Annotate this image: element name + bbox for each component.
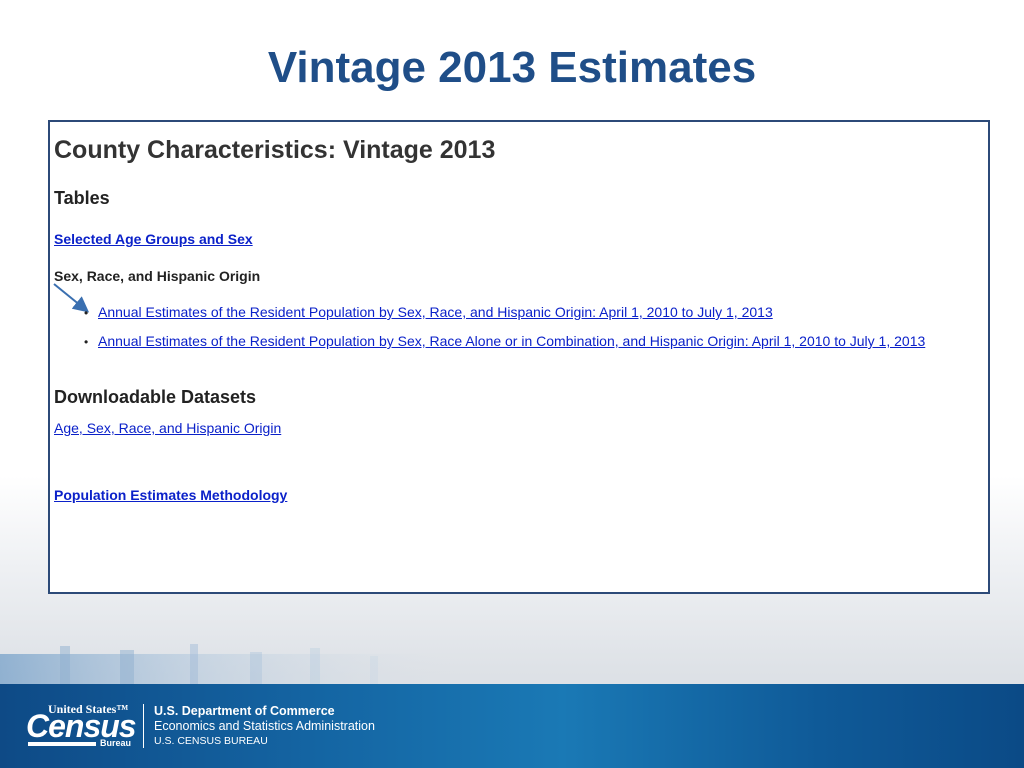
slide-title: Vintage 2013 Estimates — [267, 43, 757, 92]
bullet-icon: • — [84, 335, 89, 349]
webpage-screenshot: County Characteristics: Vintage 2013 Tab… — [48, 120, 990, 594]
page-heading: County Characteristics: Vintage 2013 — [54, 136, 496, 164]
bullet-icon: • — [84, 306, 89, 320]
methodology-link[interactable]: Population Estimates Methodology — [54, 487, 287, 503]
footer-administration: Economics and Statistics Administration — [154, 719, 375, 733]
selected-age-groups-link[interactable]: Selected Age Groups and Sex — [54, 231, 253, 247]
logo-underline — [28, 742, 96, 746]
footer-agency-info: U.S. Department of Commerce Economics an… — [154, 704, 375, 748]
footer-bureau: U.S. CENSUS BUREAU — [154, 735, 268, 747]
annual-estimates-race-hispanic-link[interactable]: Annual Estimates of the Resident Populat… — [98, 304, 773, 320]
list-item: • Annual Estimates of the Resident Popula… — [84, 304, 925, 333]
footer-divider — [143, 704, 144, 748]
census-logo: United States™ Census Bureau — [26, 702, 138, 750]
logo-bureau-text: Bureau — [100, 738, 132, 748]
tables-heading: Tables — [54, 188, 110, 208]
footer-department: U.S. Department of Commerce — [154, 704, 335, 718]
dataset-age-sex-race-link[interactable]: Age, Sex, Race, and Hispanic Origin — [54, 420, 281, 436]
footer-decoration — [0, 644, 460, 684]
list-item: • Annual Estimates of the Resident Popula… — [84, 333, 925, 362]
downloadable-datasets-heading: Downloadable Datasets — [54, 387, 257, 407]
table-links-list: • Annual Estimates of the Resident Popula… — [84, 304, 925, 362]
annual-estimates-race-combination-link[interactable]: Annual Estimates of the Resident Populat… — [98, 333, 925, 349]
